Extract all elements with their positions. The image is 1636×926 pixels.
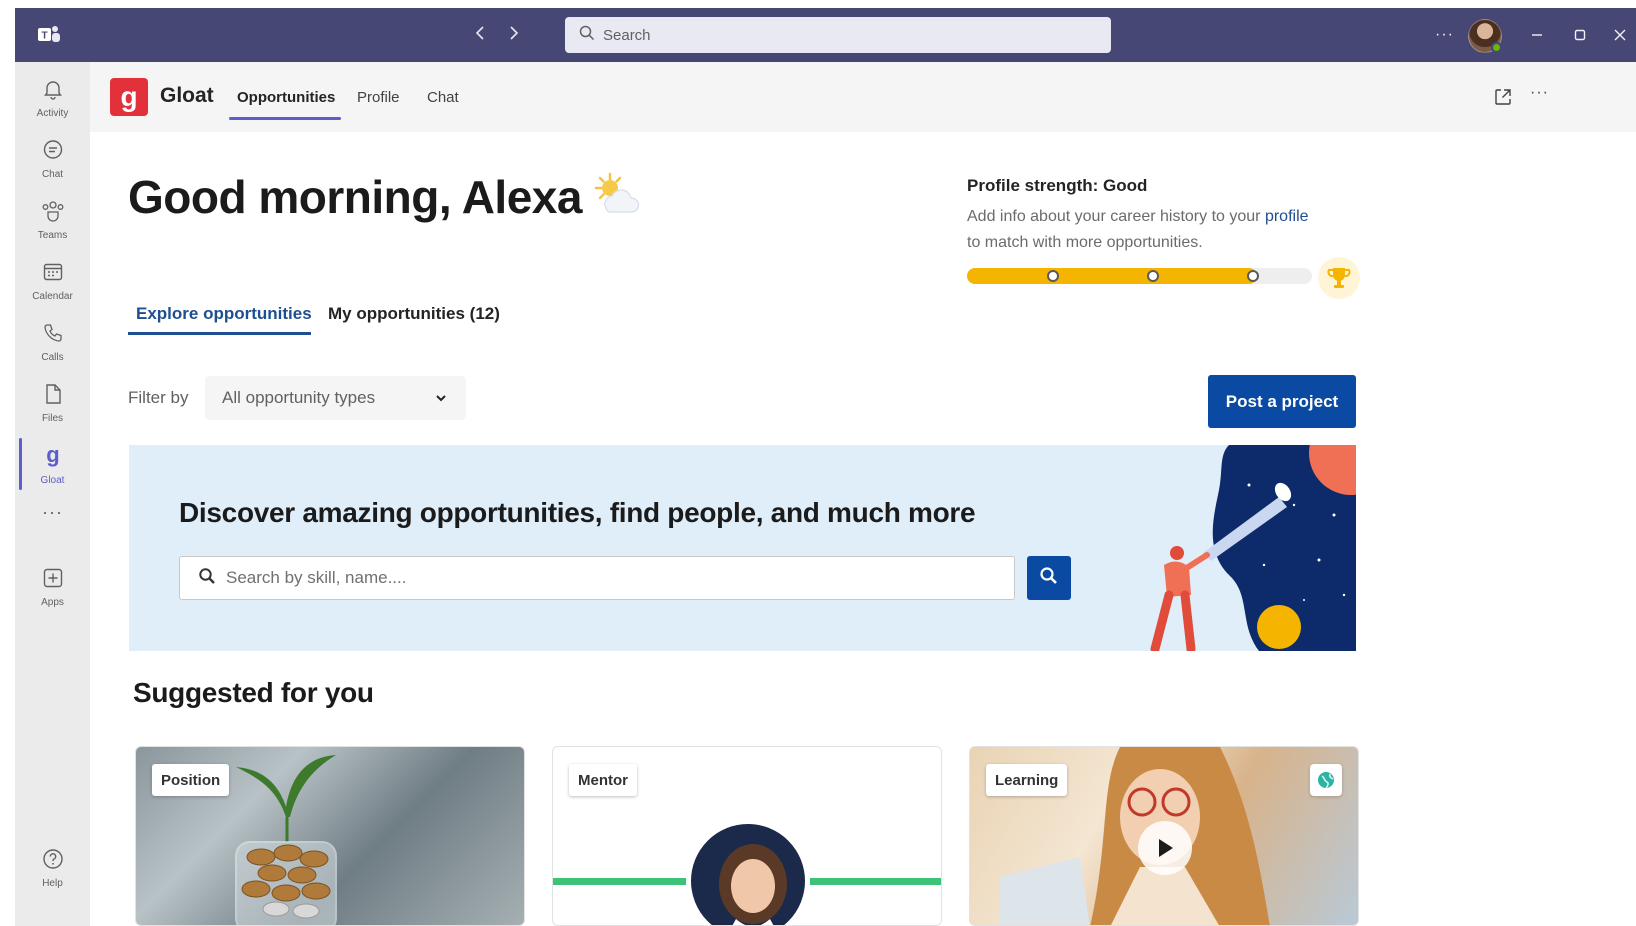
maximize-icon[interactable] (1573, 8, 1587, 62)
profile-strength-fill (967, 268, 1257, 284)
presence-available-icon (1491, 42, 1502, 53)
back-arrow-icon[interactable] (471, 24, 491, 46)
rail-item-calendar[interactable]: Calendar (15, 251, 90, 311)
suggested-card-position[interactable]: Position (135, 746, 525, 926)
app-header: g Gloat Opportunities Profile Chat ··· (90, 62, 1636, 132)
help-icon (42, 848, 64, 875)
play-button-icon[interactable] (1138, 821, 1192, 875)
forward-arrow-icon[interactable] (503, 24, 523, 46)
globe-icon (1310, 764, 1342, 796)
greeting-heading: Good morning, Alexa (128, 171, 582, 223)
svg-text:T: T (41, 31, 47, 42)
tab-opportunities[interactable]: Opportunities (237, 89, 335, 106)
global-search-input[interactable]: Search (565, 17, 1111, 53)
profile-strength-title: Profile strength: Good (967, 176, 1148, 195)
user-avatar[interactable] (1468, 19, 1502, 53)
phone-icon (42, 322, 64, 349)
card-type-tag: Mentor (569, 764, 637, 796)
svg-text:g: g (46, 443, 59, 467)
teams-icon (41, 200, 65, 227)
search-icon (198, 567, 216, 590)
progress-milestone (1047, 270, 1059, 282)
mentor-avatar (686, 819, 810, 925)
rail-item-activity[interactable]: Activity (15, 68, 90, 128)
profile-strength-desc: Add info about your career history to yo… (967, 208, 1309, 251)
bell-icon (42, 78, 64, 105)
close-icon[interactable] (1613, 8, 1627, 62)
suggested-card-mentor[interactable]: Mentor (552, 746, 942, 926)
screen: T Search ··· Activity Chat Teams Calenda… (0, 0, 1636, 926)
sun-cloud-icon (588, 170, 640, 220)
rail-item-teams[interactable]: Teams (15, 190, 90, 250)
gloat-logo-icon: g (110, 78, 148, 116)
rail-more-apps-icon[interactable]: ··· (15, 492, 90, 532)
chat-icon (42, 139, 64, 166)
teams-window: T Search ··· Activity Chat Teams Calenda… (15, 8, 1636, 926)
tab-my-opportunities[interactable]: My opportunities (12) (328, 304, 500, 324)
app-rail: Activity Chat Teams Calendar Calls Files… (15, 62, 90, 926)
svg-text:g: g (120, 82, 137, 112)
calendar-icon (42, 261, 64, 288)
title-bar: T Search ··· (15, 8, 1636, 62)
teams-logo-icon: T (35, 22, 63, 48)
progress-milestone (1247, 270, 1259, 282)
chevron-down-icon (434, 391, 448, 410)
post-project-button[interactable]: Post a project (1208, 375, 1356, 428)
rail-item-chat[interactable]: Chat (15, 129, 90, 189)
search-icon (1039, 566, 1059, 591)
main-content: Good morning, Alexa Profile strength: Go… (90, 132, 1636, 926)
minimize-icon[interactable] (1530, 8, 1544, 62)
discover-banner: Discover amazing opportunities, find peo… (129, 445, 1356, 651)
rail-item-calls[interactable]: Calls (15, 312, 90, 372)
global-search-placeholder: Search (603, 26, 651, 44)
file-icon (43, 383, 63, 410)
profile-strength-bar (967, 268, 1312, 284)
search-icon (579, 25, 595, 46)
plus-box-icon (42, 567, 64, 594)
rail-item-apps[interactable]: Apps (15, 557, 90, 617)
tab-explore-opportunities[interactable]: Explore opportunities (136, 304, 312, 324)
opportunity-type-select[interactable]: All opportunity types (205, 376, 466, 420)
skill-search-input[interactable]: Search by skill, name.... (179, 556, 1015, 600)
suggested-heading: Suggested for you (133, 677, 374, 708)
app-name: Gloat (160, 84, 214, 107)
progress-milestone (1147, 270, 1159, 282)
telescope-illustration (1119, 445, 1356, 651)
tab-chat[interactable]: Chat (427, 89, 459, 106)
plant-coins-image (235, 755, 337, 925)
more-options-icon[interactable]: ··· (1435, 8, 1454, 62)
pop-out-icon[interactable] (1493, 87, 1513, 112)
card-type-tag: Position (152, 764, 230, 796)
filter-label: Filter by (128, 388, 189, 407)
rail-item-gloat[interactable]: g Gloat (15, 434, 90, 494)
app-more-options-icon[interactable]: ··· (1530, 84, 1549, 102)
profile-link[interactable]: profile (1265, 208, 1309, 225)
tab-profile[interactable]: Profile (357, 89, 400, 106)
gloat-icon: g (44, 442, 62, 472)
rail-item-help[interactable]: Help (15, 838, 90, 898)
rail-item-files[interactable]: Files (15, 373, 90, 433)
banner-title: Discover amazing opportunities, find peo… (179, 497, 976, 528)
tab-active-indicator (229, 117, 341, 120)
trophy-icon (1318, 257, 1360, 299)
card-type-tag: Learning (986, 764, 1068, 796)
suggested-card-learning[interactable]: Learning (969, 746, 1359, 926)
skill-search-button[interactable] (1027, 556, 1071, 600)
explore-tab-indicator (128, 332, 311, 335)
